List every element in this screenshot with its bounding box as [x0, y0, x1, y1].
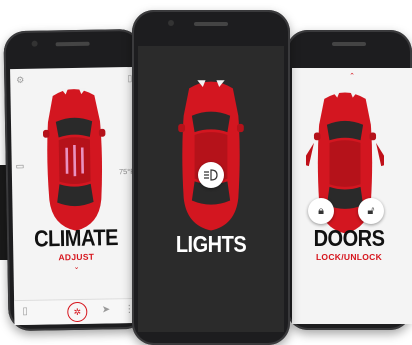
- phone-speaker: [55, 41, 90, 47]
- phone-lights: LIGHTS: [132, 10, 290, 345]
- navigation-icon[interactable]: ➤: [102, 304, 111, 315]
- headlight-button[interactable]: [198, 162, 224, 188]
- phone-doors: ⌃ 🔒︎ 🔓︎ DOORS LOCK/UNLOCK: [286, 30, 412, 330]
- screen-title: DOORS: [313, 226, 385, 252]
- lights-screen: LIGHTS: [138, 46, 284, 332]
- settings-icon[interactable]: ⚙: [16, 75, 24, 86]
- screen-title: CLIMATE: [33, 225, 119, 253]
- phone-camera: [168, 20, 174, 26]
- doors-screen: ⌃ 🔒︎ 🔓︎ DOORS LOCK/UNLOCK: [292, 68, 412, 324]
- unlock-button[interactable]: 🔓︎: [358, 198, 384, 224]
- chevron-up-icon[interactable]: ⌃: [292, 72, 412, 80]
- phone-tab-icon[interactable]: ▯: [22, 306, 28, 317]
- phone-climate: ⚙ ▯ ▭ 75°F CLIMATE ADJUST ⌄ ▯ ✲ ➤ ⋮: [3, 28, 147, 332]
- phone-speaker: [332, 42, 366, 46]
- unlock-icon: 🔓︎: [367, 204, 375, 217]
- fan-icon[interactable]: ✲: [67, 301, 88, 323]
- rear-defrost-icon[interactable]: ▭: [16, 161, 25, 172]
- chevron-down-icon[interactable]: ⌄: [13, 262, 139, 272]
- lock-icon: 🔒︎: [318, 204, 324, 217]
- screen-title: LIGHTS: [175, 232, 247, 258]
- tab-bar: ▯ ✲ ➤ ⋮: [14, 297, 141, 326]
- headlight-icon: [204, 169, 218, 181]
- phone-camera: [31, 40, 38, 47]
- lock-unlock-button[interactable]: LOCK/UNLOCK: [292, 252, 412, 262]
- lock-button[interactable]: 🔒︎: [308, 198, 334, 224]
- car-image: [178, 80, 244, 231]
- phone-speaker: [194, 22, 228, 26]
- climate-screen: ⚙ ▯ ▭ 75°F CLIMATE ADJUST ⌄ ▯ ✲ ➤ ⋮: [10, 66, 141, 326]
- car-image: [42, 87, 108, 232]
